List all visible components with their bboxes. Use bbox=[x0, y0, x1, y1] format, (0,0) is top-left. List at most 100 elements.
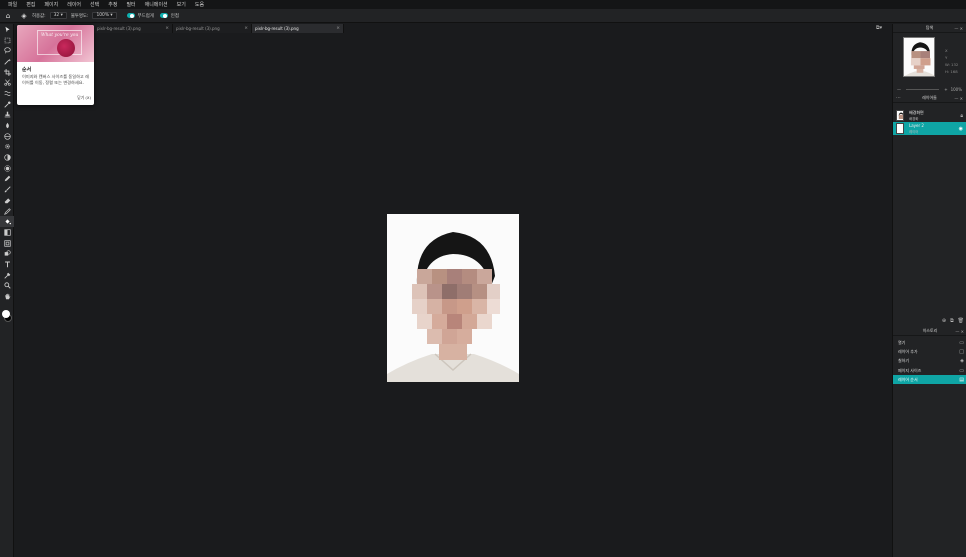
picker-icon[interactable] bbox=[0, 270, 14, 281]
sphere-icon[interactable] bbox=[0, 131, 14, 142]
duplicate-icon[interactable]: ⧉ bbox=[950, 318, 954, 326]
tip-close-button[interactable]: 닫기 (X) bbox=[77, 95, 91, 101]
menu-file[interactable]: 파일 bbox=[8, 1, 17, 8]
zoom-out-icon[interactable]: — bbox=[897, 87, 901, 92]
tab-label: pixlr-bg-result (3).png bbox=[255, 26, 299, 31]
arrow-icon[interactable] bbox=[0, 24, 14, 35]
menubar: 파일 편집 페이지 레이어 선택 추정 필터 애니메이션 보기 도움 bbox=[0, 0, 966, 9]
gear-icon[interactable] bbox=[0, 142, 14, 153]
color-swatches[interactable]: ⇅ bbox=[2, 310, 17, 324]
menu-layer[interactable]: 레이어 bbox=[67, 1, 81, 8]
contiguous-toggle[interactable] bbox=[159, 13, 168, 18]
options-bar: ⌂ ◈ 허용값: 32 ▾ 불투명도: 100% ▾ 부드럽게 인접 bbox=[0, 9, 966, 23]
antialias-toggle[interactable] bbox=[126, 13, 135, 18]
wave-icon[interactable] bbox=[0, 88, 14, 99]
history-item[interactable]: 레이어 추가 □ bbox=[893, 347, 966, 356]
history-label: 칠하기 bbox=[898, 358, 910, 364]
gradient-icon[interactable] bbox=[0, 227, 14, 238]
menu-select[interactable]: 선택 bbox=[90, 1, 99, 8]
foreground-color[interactable] bbox=[2, 310, 10, 318]
eye-icon[interactable]: ◉ bbox=[959, 126, 963, 132]
menu-adjust[interactable]: 추정 bbox=[108, 1, 117, 8]
history-header: 히스토리 — ✕ bbox=[893, 327, 966, 336]
lock-icon[interactable]: 🔒︎ bbox=[960, 113, 963, 119]
layer-name: 배경화면 bbox=[909, 109, 924, 115]
history-item[interactable]: 레이어 순서 ▤ bbox=[893, 375, 966, 385]
layer-thumbnail bbox=[896, 123, 904, 134]
zoom-slider[interactable] bbox=[906, 89, 940, 90]
menu-filter[interactable]: 필터 bbox=[126, 1, 135, 8]
zoom-icon[interactable] bbox=[0, 281, 14, 292]
panel-controls-icon[interactable]: — ✕ bbox=[955, 329, 964, 334]
zoom-in-icon[interactable]: + bbox=[944, 87, 947, 92]
add-layer-icon[interactable]: ⊕ bbox=[942, 318, 946, 326]
navigator-header: 탐색 — ✕ bbox=[893, 24, 966, 33]
circle-half-icon[interactable] bbox=[0, 152, 14, 163]
history-list: 열기 ▭ 레이어 추가 □ 칠하기 ◈ 페이지 사이즈 ▭ 레이어 순서 ▤ bbox=[893, 338, 966, 385]
more-icon[interactable]: ⋯ bbox=[896, 95, 901, 101]
brush-icon[interactable] bbox=[0, 184, 14, 195]
magic-wand-icon[interactable] bbox=[0, 56, 14, 67]
layer-item-layer-2[interactable]: Layer 2 레이어 ◉ bbox=[893, 122, 966, 135]
paint-bucket-icon: ◈ bbox=[21, 11, 27, 20]
canvas-area[interactable] bbox=[14, 33, 891, 557]
close-icon[interactable]: × bbox=[336, 26, 340, 31]
menu-edit[interactable]: 편집 bbox=[26, 1, 35, 8]
zoom-value: 100% bbox=[950, 87, 962, 92]
history-label: 페이지 사이즈 bbox=[898, 367, 922, 373]
x-label: X bbox=[945, 48, 948, 53]
contiguous-label: 인접 bbox=[170, 13, 179, 19]
history-item[interactable]: 페이지 사이즈 ▭ bbox=[893, 366, 966, 375]
panel-controls-icon[interactable]: — ✕ bbox=[954, 96, 963, 101]
shape-icon[interactable] bbox=[0, 248, 14, 259]
opacity-value: 100% bbox=[96, 13, 110, 18]
rose-image bbox=[57, 39, 75, 57]
y-label: Y bbox=[945, 55, 948, 60]
cut-icon[interactable] bbox=[0, 77, 14, 88]
home-icon[interactable]: ⌂ bbox=[4, 12, 12, 20]
lasso-icon[interactable] bbox=[0, 45, 14, 56]
close-icon[interactable]: × bbox=[165, 26, 169, 31]
pen-icon[interactable] bbox=[0, 174, 14, 185]
frame-icon[interactable] bbox=[0, 238, 14, 249]
menu-page[interactable]: 페이지 bbox=[44, 1, 58, 8]
tolerance-select[interactable]: 32 ▾ bbox=[49, 12, 67, 19]
drop-icon[interactable] bbox=[0, 120, 14, 131]
history-item[interactable]: 열기 ▭ bbox=[893, 338, 966, 347]
opacity-select[interactable]: 100% ▾ bbox=[92, 12, 117, 19]
close-icon[interactable]: × bbox=[244, 26, 248, 31]
eraser-icon[interactable] bbox=[0, 195, 14, 206]
layer-item-background[interactable]: 배경화면 배경화 🔒︎ bbox=[893, 109, 966, 122]
document-image[interactable] bbox=[387, 214, 519, 382]
menu-view[interactable]: 보기 bbox=[177, 1, 186, 8]
pencil-icon[interactable] bbox=[0, 206, 14, 217]
bucket-icon: ◈ bbox=[960, 358, 964, 365]
marquee-icon[interactable] bbox=[0, 35, 14, 46]
layer-thumbnail bbox=[896, 110, 904, 121]
crop-icon[interactable] bbox=[0, 67, 14, 78]
hand-icon[interactable] bbox=[0, 291, 14, 302]
eyedropper-icon[interactable] bbox=[0, 99, 14, 110]
history-label: 열기 bbox=[898, 339, 906, 345]
menu-animation[interactable]: 애니메이션 bbox=[145, 1, 168, 8]
tab-document-2[interactable]: pixlr-bg-result (3).png × bbox=[173, 24, 252, 33]
layer-sub: 레이어 bbox=[909, 129, 919, 134]
tab-document-1[interactable]: pixlr-bg-result (3).png × bbox=[94, 24, 173, 33]
history-label: 레이어 순서 bbox=[898, 376, 918, 382]
stamp-icon[interactable] bbox=[0, 110, 14, 121]
bucket-icon[interactable] bbox=[0, 216, 14, 228]
arrange-view-icon[interactable]: ⧉▾ bbox=[876, 25, 882, 31]
resize-icon: ▭ bbox=[959, 367, 964, 374]
navigator-thumbnail[interactable] bbox=[903, 37, 935, 77]
hero-script-text: What you're you bbox=[41, 33, 79, 38]
history-title: 히스토리 bbox=[922, 328, 938, 333]
square-icon: □ bbox=[959, 348, 964, 355]
menu-help[interactable]: 도움 bbox=[195, 1, 204, 8]
tab-document-3[interactable]: pixlr-bg-result (3).png × bbox=[252, 24, 344, 33]
trash-icon[interactable]: 🗑︎ bbox=[958, 318, 964, 326]
panel-controls-icon[interactable]: — ✕ bbox=[954, 26, 963, 31]
w-value: 132 bbox=[951, 62, 959, 67]
sun-icon[interactable] bbox=[0, 163, 14, 174]
text-icon[interactable] bbox=[0, 259, 14, 270]
history-item[interactable]: 칠하기 ◈ bbox=[893, 357, 966, 366]
